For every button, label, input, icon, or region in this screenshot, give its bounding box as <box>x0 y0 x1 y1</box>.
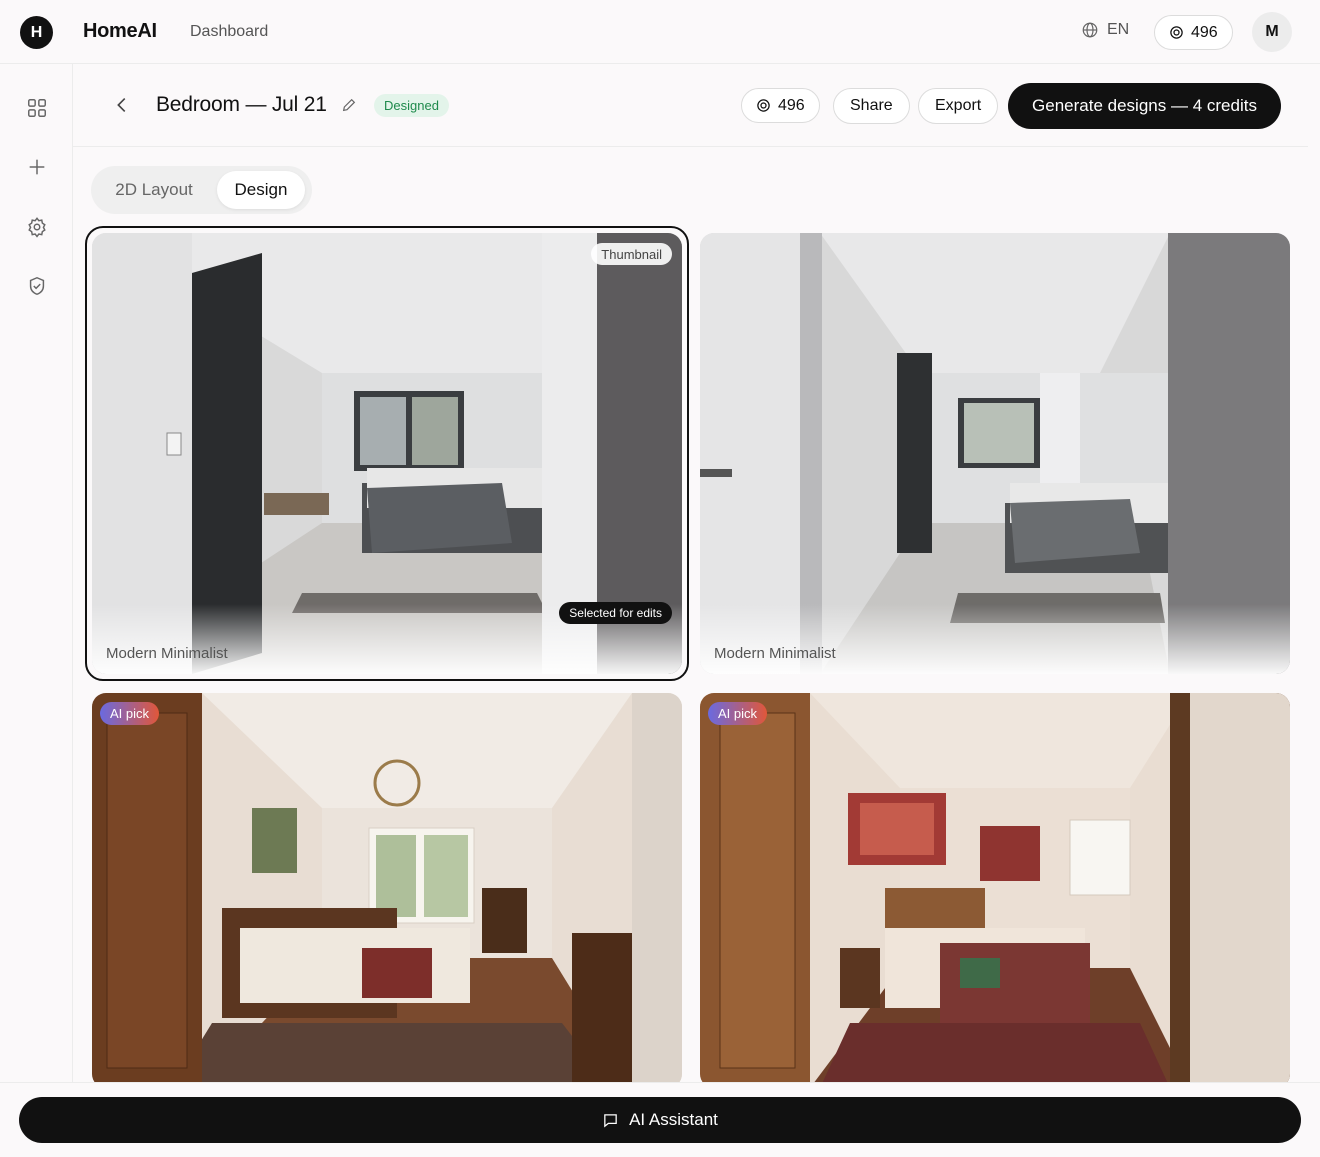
top-bar: H HomeAI Dashboard EN 496 M <box>0 0 1320 64</box>
chat-icon <box>604 1113 617 1127</box>
share-button[interactable]: Share <box>833 88 910 124</box>
globe-icon <box>1082 22 1098 38</box>
ai-pick-badge: AI pick <box>708 702 768 725</box>
project-credits[interactable]: 496 <box>741 88 820 123</box>
shield-check-icon <box>29 276 45 296</box>
design-image <box>92 693 682 1088</box>
brand-name[interactable]: HomeAI <box>83 20 157 43</box>
pencil-icon <box>342 98 356 112</box>
language-selector[interactable]: EN <box>1081 21 1129 39</box>
gear-icon <box>28 217 46 238</box>
design-card[interactable]: Modern Minimalist <box>700 233 1290 674</box>
user-avatar[interactable]: M <box>1252 12 1292 52</box>
sidebar-item-settings[interactable] <box>24 214 50 240</box>
credits-balance[interactable]: 496 <box>1154 15 1233 50</box>
design-card[interactable]: AI pick <box>700 693 1290 1088</box>
nav-dashboard-link[interactable]: Dashboard <box>190 23 268 41</box>
status-badge: Designed <box>374 94 449 117</box>
back-button[interactable] <box>111 94 133 116</box>
language-label: EN <box>1107 21 1130 38</box>
view-tabs: 2D Layout Design <box>91 166 312 214</box>
plus-icon <box>29 159 45 175</box>
generate-designs-button[interactable]: Generate designs — 4 credits <box>1008 83 1281 129</box>
project-credits-count: 496 <box>778 96 805 114</box>
project-title: Bedroom — Jul 21 <box>156 93 327 116</box>
app-logo[interactable]: H <box>20 16 53 49</box>
ai-pick-badge: AI pick <box>100 702 160 725</box>
grid-icon <box>28 99 46 117</box>
sidebar <box>0 64 73 1082</box>
ai-assistant-button[interactable]: AI Assistant <box>19 1097 1301 1143</box>
ai-assistant-label: AI Assistant <box>629 1110 718 1129</box>
coin-icon <box>757 99 770 112</box>
design-style-label: Modern Minimalist <box>714 645 836 662</box>
thumbnail-badge: Thumbnail <box>591 243 672 265</box>
export-button[interactable]: Export <box>918 88 999 124</box>
chevron-left-icon <box>117 97 126 113</box>
tab-design[interactable]: Design <box>217 171 305 209</box>
image-fade <box>700 604 1290 674</box>
coin-icon <box>1170 26 1183 39</box>
sidebar-item-new[interactable] <box>24 154 50 180</box>
edit-title-button[interactable] <box>341 97 357 113</box>
sidebar-item-security[interactable] <box>24 273 50 299</box>
design-style-label: Modern Minimalist <box>106 645 228 662</box>
tab-2d-layout[interactable]: 2D Layout <box>101 171 207 209</box>
design-card[interactable]: Thumbnail Selected for edits Modern Mini… <box>92 233 682 674</box>
credits-count: 496 <box>1191 23 1218 41</box>
design-card[interactable]: AI pick <box>92 693 682 1088</box>
project-header: Bedroom — Jul 21 Designed 496 Share Expo… <box>73 64 1308 147</box>
sidebar-item-dashboard[interactable] <box>24 95 50 121</box>
design-image <box>700 693 1290 1088</box>
selected-for-edits-badge: Selected for edits <box>559 602 672 624</box>
